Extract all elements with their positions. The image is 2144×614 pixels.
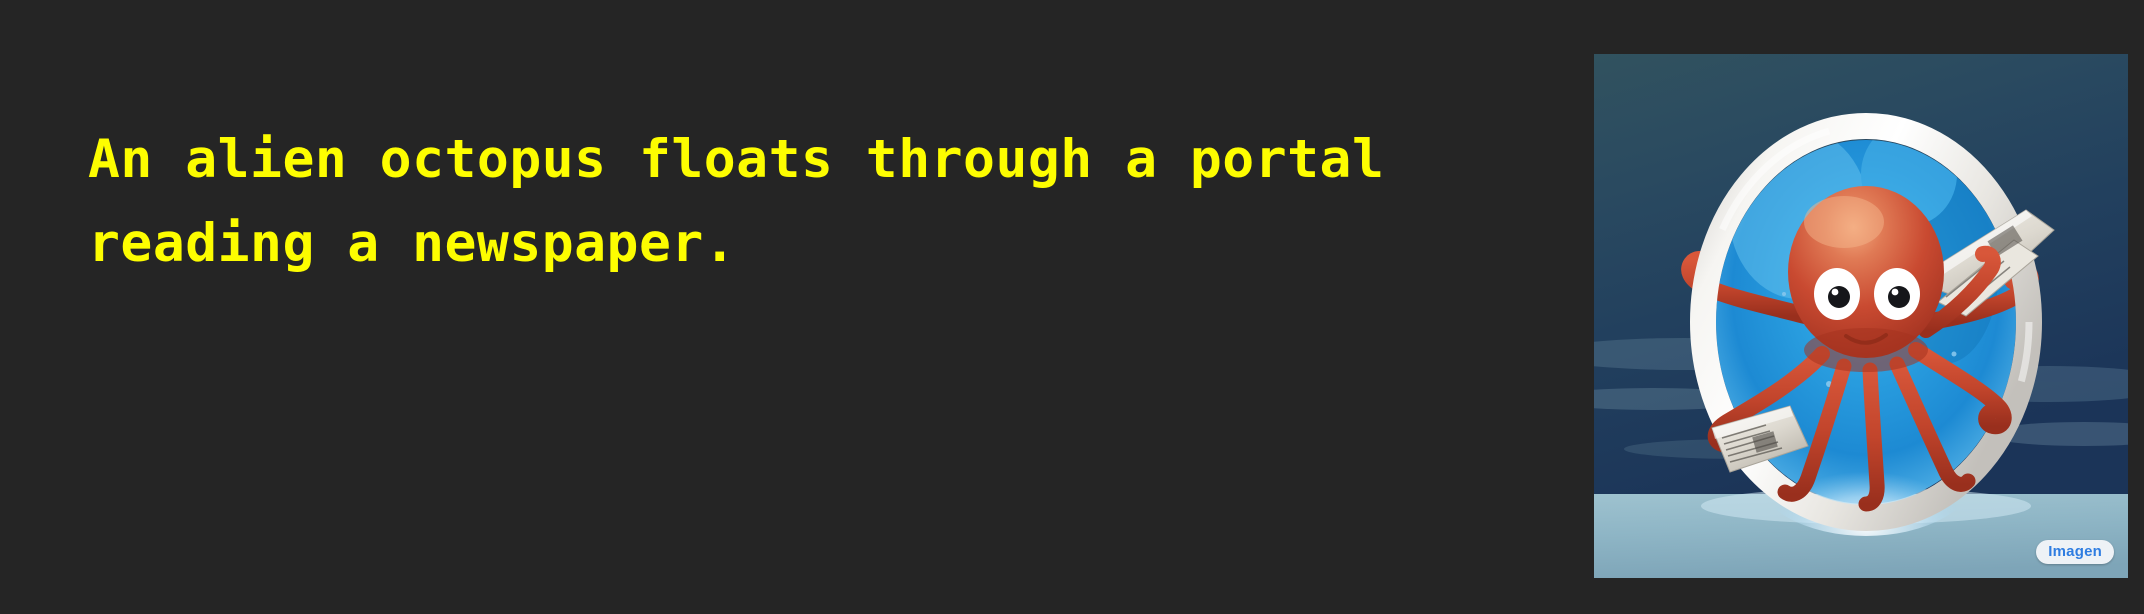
imagen-watermark-badge: Imagen [2036,540,2114,564]
caption-line-2: reading a newspaper. [88,213,737,274]
screenshot-root: An alien octopus floats through a portal… [0,0,2144,614]
octopus-portal-illustration [1594,54,2128,578]
generated-image[interactable]: Imagen [1594,54,2128,578]
caption-line-1: An alien octopus floats through a portal [88,129,1385,190]
octopus-head [1788,186,1944,372]
caption-block: An alien octopus floats through a portal… [88,118,1508,286]
